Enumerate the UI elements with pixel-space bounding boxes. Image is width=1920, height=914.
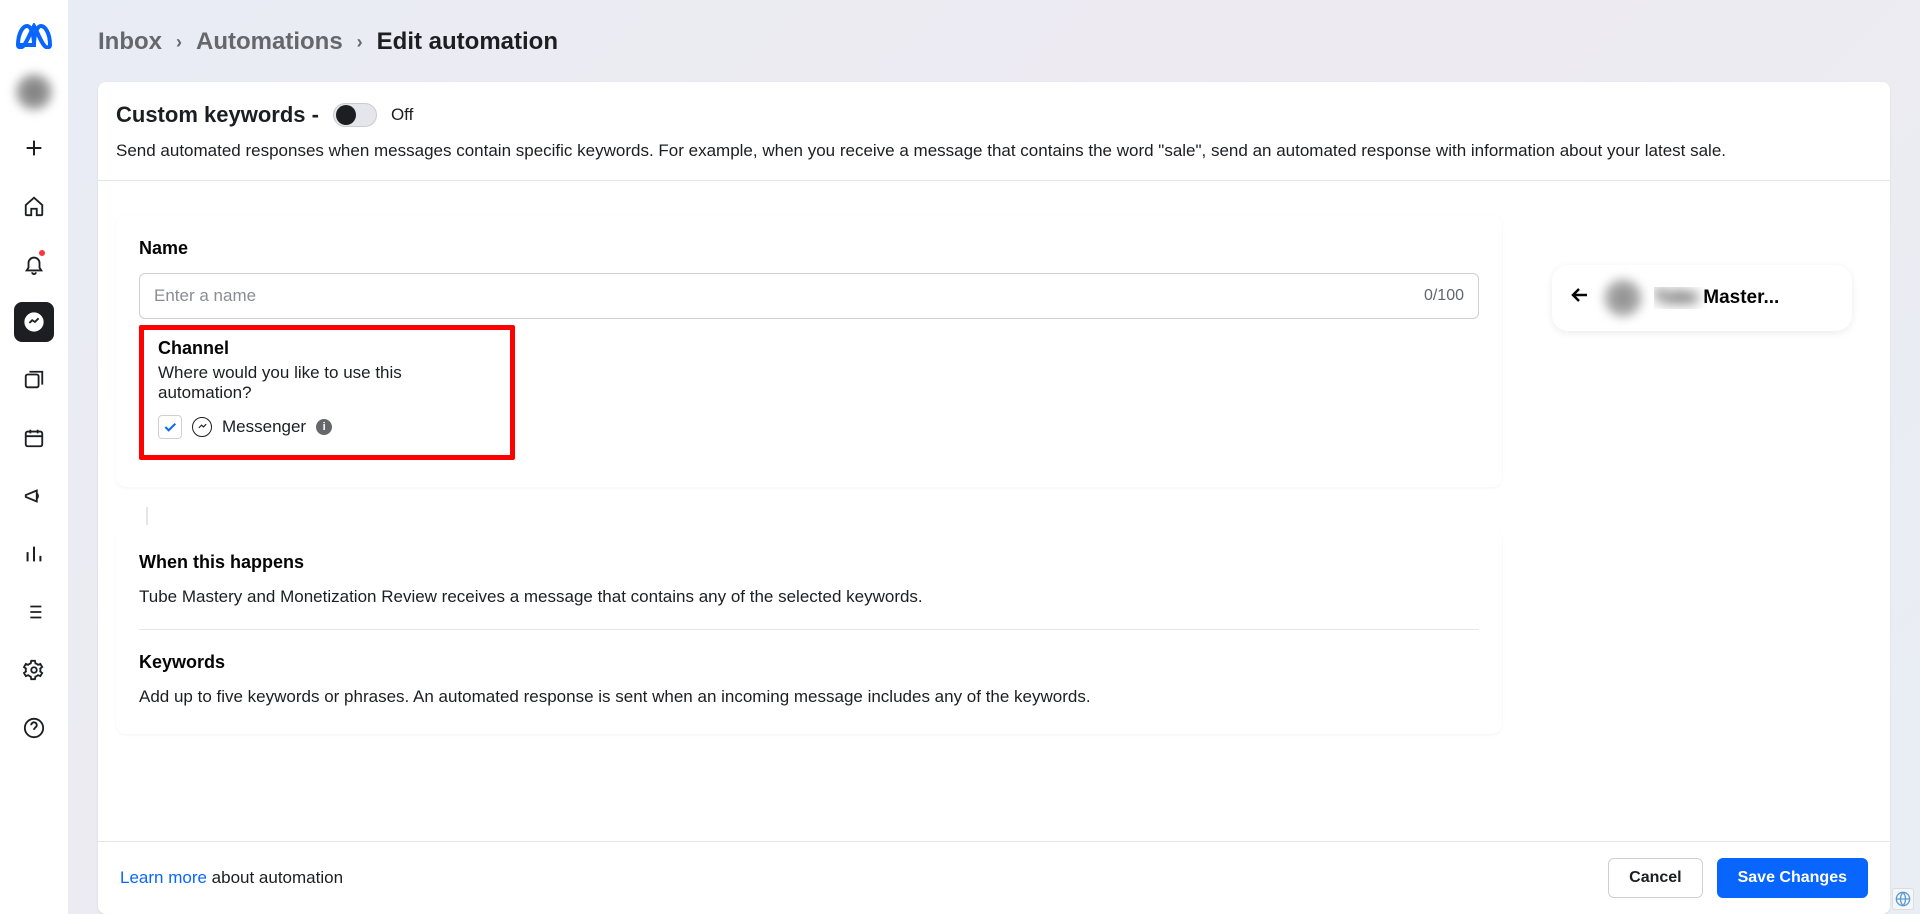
posts-icon[interactable] — [14, 360, 54, 400]
automation-title: Custom keywords - — [116, 102, 319, 128]
breadcrumb-current: Edit automation — [377, 28, 558, 56]
channel-subtitle: Where would you like to use this automat… — [158, 363, 496, 403]
name-char-counter: 0/100 — [1424, 287, 1464, 305]
chevron-right-icon: › — [176, 32, 182, 53]
channel-section-highlighted: Channel Where would you like to use this… — [139, 325, 515, 460]
cancel-button[interactable]: Cancel — [1608, 858, 1702, 898]
automation-panel: Custom keywords - Off Send automated res… — [98, 82, 1890, 914]
when-desc: Tube Mastery and Monetization Review rec… — [139, 587, 1479, 607]
save-button[interactable]: Save Changes — [1717, 858, 1868, 898]
left-sidebar — [0, 0, 68, 914]
insights-icon[interactable] — [14, 534, 54, 574]
preview-column: Tube Master... — [1552, 215, 1852, 822]
chevron-right-icon: › — [357, 32, 363, 53]
list-icon[interactable] — [14, 592, 54, 632]
help-icon[interactable] — [14, 708, 54, 748]
name-label: Name — [139, 238, 1479, 259]
when-title: When this happens — [139, 552, 1479, 573]
info-icon[interactable]: i — [316, 419, 332, 435]
toggle-state-label: Off — [391, 105, 413, 125]
create-icon[interactable] — [14, 128, 54, 168]
preview-card: Tube Master... — [1552, 265, 1852, 331]
messenger-icon — [192, 417, 212, 437]
connector-line — [146, 507, 148, 525]
keywords-desc: Add up to five keywords or phrases. An a… — [139, 687, 1479, 707]
learn-more-link[interactable]: Learn more — [120, 868, 207, 887]
keywords-title: Keywords — [139, 652, 1479, 673]
automation-toggle[interactable] — [333, 103, 377, 127]
automation-description: Send automated responses when messages c… — [116, 138, 1872, 164]
panel-body: Name 0/100 Channel Where would you like … — [98, 181, 1890, 842]
main-content: Inbox › Automations › Edit automation Cu… — [68, 0, 1920, 914]
name-channel-card: Name 0/100 Channel Where would you like … — [116, 215, 1502, 487]
settings-icon[interactable] — [14, 650, 54, 690]
back-arrow-icon[interactable] — [1568, 283, 1592, 312]
panel-header: Custom keywords - Off Send automated res… — [98, 82, 1890, 181]
notifications-icon[interactable] — [14, 244, 54, 284]
breadcrumb-automations[interactable]: Automations — [196, 28, 343, 56]
channel-label: Channel — [158, 338, 496, 359]
breadcrumb: Inbox › Automations › Edit automation — [98, 28, 1890, 56]
account-avatar[interactable] — [16, 74, 52, 110]
globe-icon[interactable] — [1892, 888, 1914, 910]
messenger-checkbox[interactable] — [158, 415, 182, 439]
messenger-option-label: Messenger — [222, 417, 306, 437]
divider — [139, 629, 1479, 630]
planner-icon[interactable] — [14, 418, 54, 458]
ads-icon[interactable] — [14, 476, 54, 516]
home-icon[interactable] — [14, 186, 54, 226]
breadcrumb-inbox[interactable]: Inbox — [98, 28, 162, 56]
trigger-card: When this happens Tube Mastery and Monet… — [116, 529, 1502, 734]
preview-page-title: Tube Master... — [1654, 287, 1836, 309]
meta-logo[interactable] — [14, 16, 54, 56]
preview-avatar — [1604, 279, 1642, 317]
panel-footer: Learn more about automation Cancel Save … — [98, 841, 1890, 914]
learn-more-text: Learn more about automation — [120, 868, 343, 888]
name-input-wrapper: 0/100 — [139, 273, 1479, 319]
name-input[interactable] — [154, 286, 1424, 306]
inbox-icon[interactable] — [14, 302, 54, 342]
